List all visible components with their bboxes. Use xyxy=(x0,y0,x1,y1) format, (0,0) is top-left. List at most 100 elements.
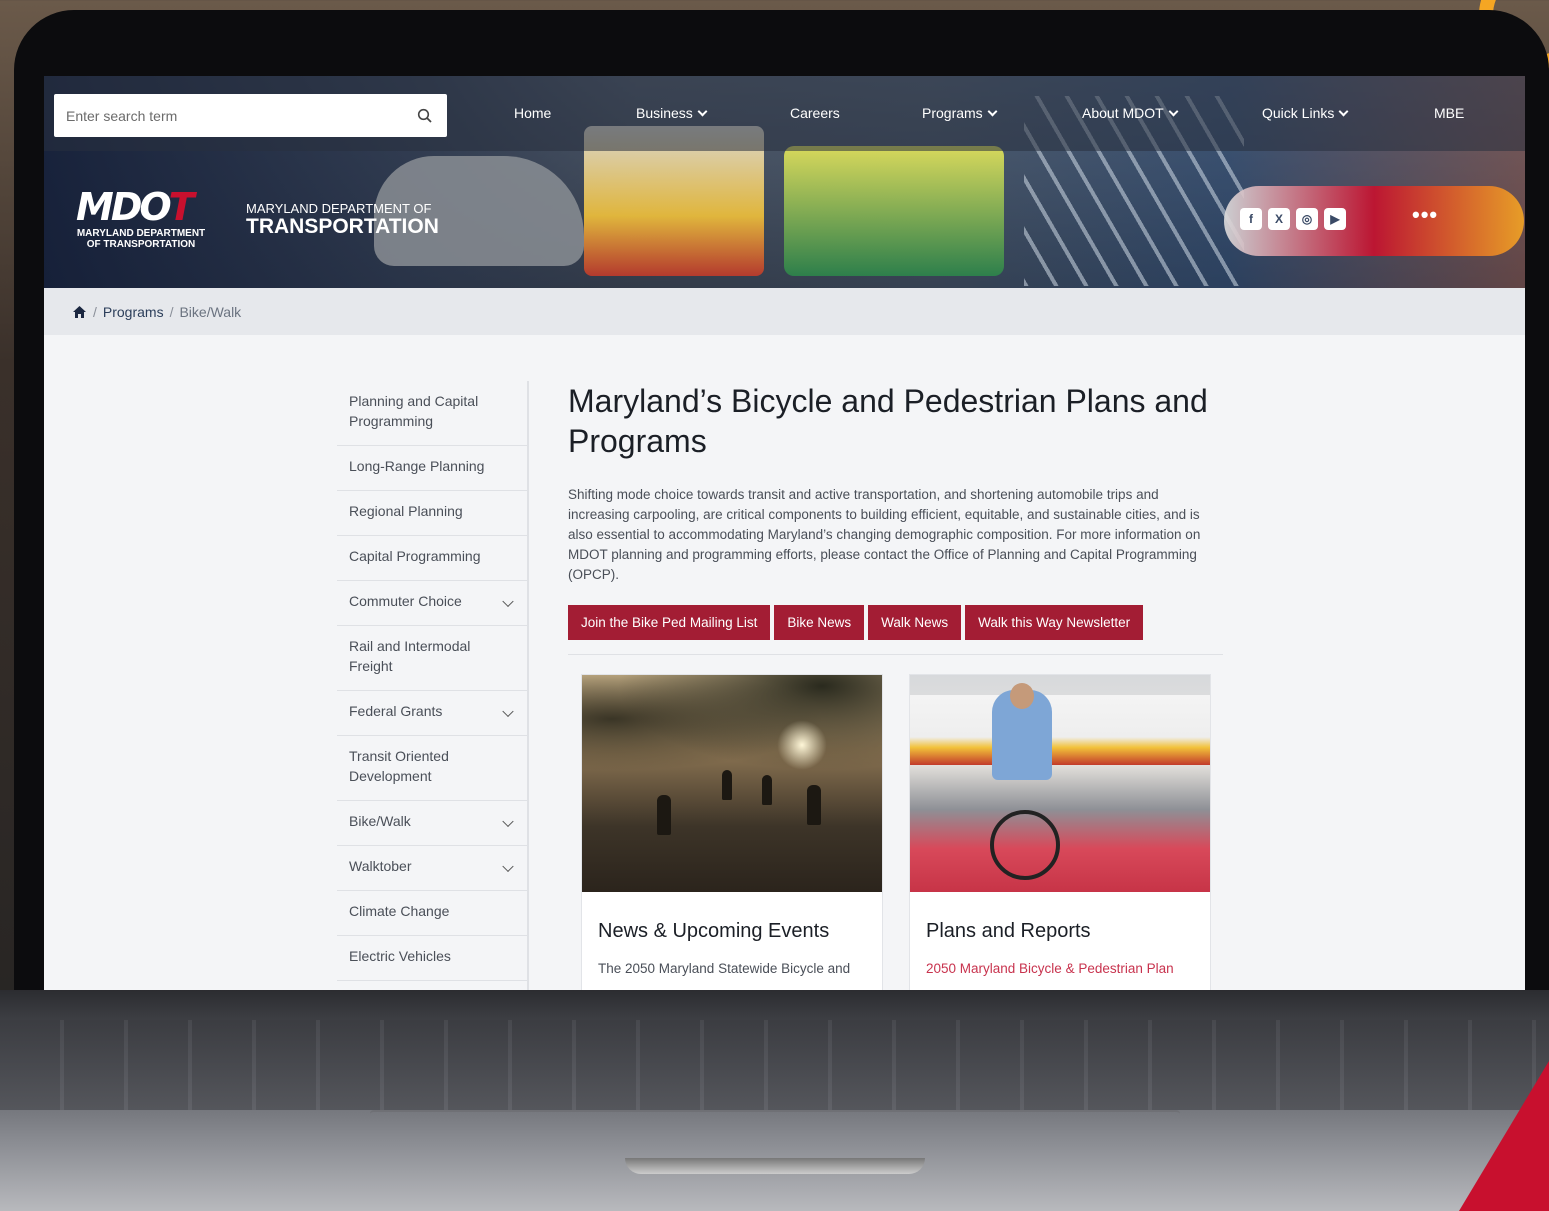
nav-quick-links[interactable]: Quick Links xyxy=(1262,105,1349,121)
laptop-keyboard-deck xyxy=(0,990,1549,1211)
sidebar-item-label: Planning and Capital Programming xyxy=(349,393,479,429)
join-mailing-list-button[interactable]: Join the Bike Ped Mailing List xyxy=(568,605,771,640)
breadcrumb-programs[interactable]: Programs xyxy=(103,304,164,320)
chevron-down-icon xyxy=(1168,106,1179,116)
sidebar-item-walktober[interactable]: Walktober xyxy=(337,846,527,891)
chevron-down-icon xyxy=(987,106,998,116)
agency-name: MARYLAND DEPARTMENT OF TRANSPORTATION xyxy=(246,202,439,238)
card-image-bike-commuter xyxy=(910,675,1210,892)
image-rider-head xyxy=(1010,683,1034,709)
social-links: f X ◎ ▶ xyxy=(1240,208,1346,230)
breadcrumb: / Programs / Bike/Walk xyxy=(44,288,1525,335)
sidebar-item-label: Electric Vehicles xyxy=(349,948,451,964)
header-banner: Home Business Careers Programs About MDO… xyxy=(44,76,1525,288)
top-nav-bar: Home Business Careers Programs About MDO… xyxy=(44,76,1525,151)
intro-paragraph: Shifting mode choice towards transit and… xyxy=(568,487,1201,582)
chevron-down-icon[interactable] xyxy=(502,860,514,873)
image-bike-wheel xyxy=(990,810,1060,880)
chevron-down-icon[interactable] xyxy=(502,815,514,828)
logo-subtitle-line2: OF TRANSPORTATION xyxy=(86,239,196,250)
search-icon[interactable] xyxy=(403,94,447,137)
home-icon[interactable] xyxy=(72,305,87,319)
image-walker xyxy=(722,770,732,800)
search-input[interactable] xyxy=(54,94,403,137)
image-cyclist xyxy=(807,785,821,825)
nav-home[interactable]: Home xyxy=(514,105,551,121)
sidebar-item-electric-vehicles[interactable]: Electric Vehicles xyxy=(337,936,527,981)
logo-subtitle-line1: MARYLAND DEPARTMENT xyxy=(76,228,206,239)
keyboard-keys xyxy=(0,1020,1549,1110)
breadcrumb-separator: / xyxy=(169,303,174,320)
sidebar-item-label: Climate Change xyxy=(349,903,450,919)
sidebar-item-climate-change[interactable]: Climate Change xyxy=(337,891,527,936)
card-plans-reports[interactable]: Plans and Reports 2050 Maryland Bicycle … xyxy=(909,674,1211,990)
lid-notch xyxy=(625,1158,925,1174)
image-cyclist xyxy=(657,795,671,835)
chevron-down-icon[interactable] xyxy=(502,595,514,608)
image-sun xyxy=(777,720,827,770)
instagram-icon[interactable]: ◎ xyxy=(1296,208,1318,230)
mdot-logo[interactable]: MDOT MARYLAND DEPARTMENT OF TRANSPORTATI… xyxy=(76,188,211,250)
breadcrumb-current: Bike/Walk xyxy=(179,303,242,320)
card-grid: News & Upcoming Events The 2050 Maryland… xyxy=(581,674,1211,990)
card-news-events[interactable]: News & Upcoming Events The 2050 Maryland… xyxy=(581,674,883,990)
image-trees xyxy=(582,675,882,785)
sidebar-item-long-range[interactable]: Long-Range Planning xyxy=(337,446,527,491)
youtube-icon[interactable]: ▶ xyxy=(1324,208,1346,230)
nav-business-label: Business xyxy=(636,105,693,121)
nav-mbe[interactable]: MBE xyxy=(1434,105,1464,121)
sidebar-item-label: Transit Oriented Development xyxy=(349,748,449,784)
sidebar-item-rail-freight[interactable]: Rail and Intermodal Freight xyxy=(337,626,527,691)
more-icon[interactable]: ••• xyxy=(1412,202,1438,228)
sidebar-item-regional[interactable]: Regional Planning xyxy=(337,491,527,536)
nav-programs-label: Programs xyxy=(922,105,983,121)
browser-screen: Home Business Careers Programs About MDO… xyxy=(44,76,1525,990)
walk-news-button[interactable]: Walk News xyxy=(868,605,962,640)
logo-subtitle: MARYLAND DEPARTMENT OF TRANSPORTATION xyxy=(76,228,206,250)
image-train xyxy=(910,695,1210,765)
nav-programs[interactable]: Programs xyxy=(922,105,998,121)
card-image-cyclists xyxy=(582,675,882,892)
main-content: Maryland’s Bicycle and Pedestrian Plans … xyxy=(568,381,1223,655)
sidebar-item-label: Capital Programming xyxy=(349,548,481,564)
nav-home-label: Home xyxy=(514,105,552,121)
sidebar-item-federal-grants[interactable]: Federal Grants xyxy=(337,691,527,736)
sidebar-item-label: Bike/Walk xyxy=(349,813,411,829)
nav-careers-label: Careers xyxy=(790,105,840,121)
card-title: News & Upcoming Events xyxy=(598,920,830,942)
nav-about-label: About MDOT xyxy=(1082,105,1164,121)
image-walker xyxy=(762,775,772,805)
decorative-red-corner xyxy=(1459,1061,1549,1211)
breadcrumb-separator: / xyxy=(93,303,97,320)
card-text: The 2050 Maryland Statewide Bicycle and xyxy=(598,961,851,976)
sidebar-item-label: Regional Planning xyxy=(349,503,463,519)
card-link[interactable]: 2050 Maryland Bicycle & Pedestrian Plan xyxy=(910,943,1210,976)
sidebar-item-capital-programming[interactable]: Capital Programming xyxy=(337,536,527,581)
bike-news-button[interactable]: Bike News xyxy=(774,605,865,640)
banner-truck-image xyxy=(784,146,1004,276)
sidebar-item-label: Rail and Intermodal Freight xyxy=(349,638,471,674)
chevron-down-icon[interactable] xyxy=(502,705,514,718)
sidebar-item-commuter-choice[interactable]: Commuter Choice xyxy=(337,581,527,626)
nav-business[interactable]: Business xyxy=(636,105,708,121)
sidebar-item-tod[interactable]: Transit Oriented Development xyxy=(337,736,527,801)
nav-careers[interactable]: Careers xyxy=(790,105,840,121)
card-title: Plans and Reports xyxy=(926,920,1091,942)
logo-mark: MDOT xyxy=(76,185,195,229)
facebook-icon[interactable]: f xyxy=(1240,208,1262,230)
sidebar-item-label: Walktober xyxy=(349,858,412,874)
sidebar-item-bike-walk[interactable]: Bike/Walk xyxy=(337,801,527,846)
sidebar-item-planning-capital[interactable]: Planning and Capital Programming xyxy=(337,381,527,446)
page-title: Maryland’s Bicycle and Pedestrian Plans … xyxy=(568,383,1208,459)
agency-name-line2: TRANSPORTATION xyxy=(246,215,439,238)
nav-mbe-label: MBE xyxy=(1434,105,1465,121)
search-form xyxy=(54,94,447,137)
trackpad xyxy=(370,1110,1180,1150)
newsletter-button[interactable]: Walk this Way Newsletter xyxy=(965,605,1144,640)
sidebar-item-label: Long-Range Planning xyxy=(349,458,485,474)
sidebar-nav: Planning and Capital Programming Long-Ra… xyxy=(337,381,529,990)
sidebar-item-label: Commuter Choice xyxy=(349,593,462,609)
nav-quick-links-label: Quick Links xyxy=(1262,105,1335,121)
nav-about[interactable]: About MDOT xyxy=(1082,105,1179,121)
x-icon[interactable]: X xyxy=(1268,208,1290,230)
